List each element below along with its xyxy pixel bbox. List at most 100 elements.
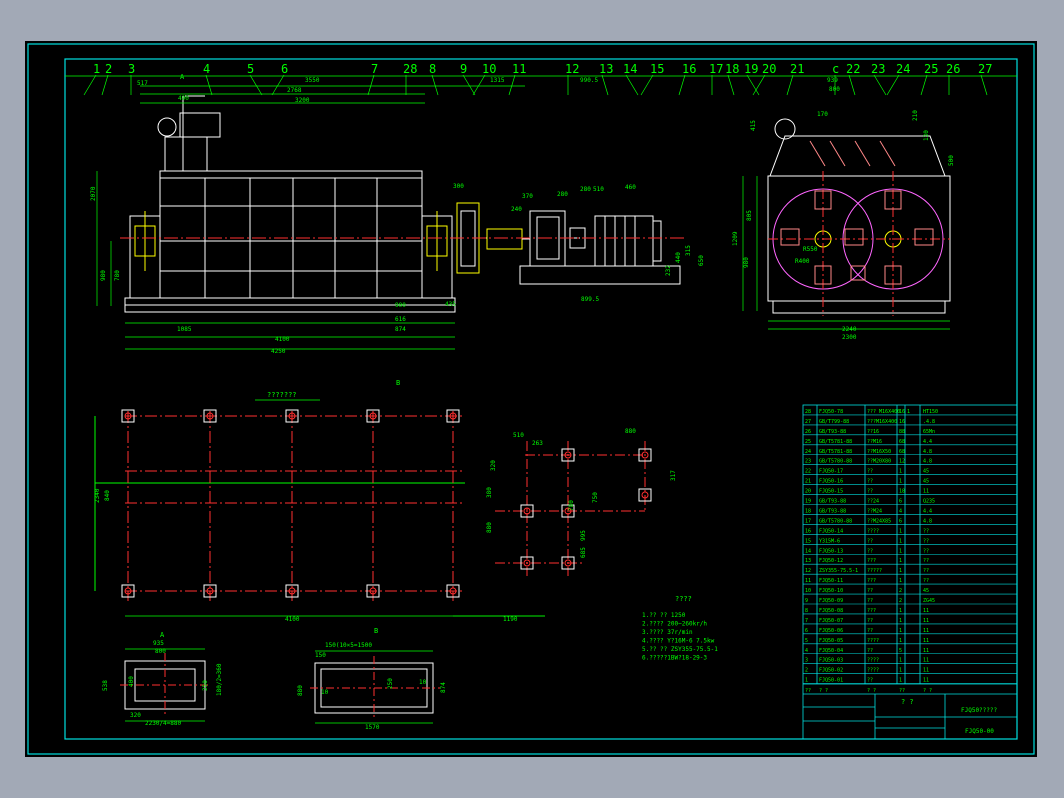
leader-line — [980, 74, 988, 96]
bom-cell: 8 — [805, 608, 808, 614]
dim-side: 939 — [827, 77, 838, 84]
leader-line — [873, 74, 887, 96]
bom-cell: 22 — [805, 469, 811, 475]
bom-cell: HT150 — [923, 409, 938, 415]
dim-plan: 840 — [104, 490, 111, 501]
bom-cell: 4 — [899, 508, 902, 514]
dim-detail-b: 150 — [315, 652, 326, 659]
bom-cell: 4.4 — [923, 508, 932, 514]
dim-plan: 880 — [486, 522, 493, 533]
balloon-12: 12 — [565, 62, 579, 76]
dim-side: 415 — [750, 120, 757, 131]
dim-side: 980 — [743, 257, 750, 268]
bom-cell: 12 — [805, 568, 811, 574]
bom-cell: 1 — [899, 528, 902, 534]
dim-drive: 899.5 — [581, 296, 599, 303]
dim-plan: 2340 — [94, 488, 101, 503]
bom-header-cell: ? ? — [923, 688, 932, 694]
bom-cell: ?? — [867, 598, 873, 604]
balloon-25: 25 — [924, 62, 938, 76]
bom-cell: 27 — [805, 419, 811, 425]
note-line: 2.???? 200~260kr/h — [642, 621, 707, 628]
bom-cell: 5 — [899, 648, 902, 654]
title-block-drawing-no: FJQ50-00 — [965, 728, 994, 735]
leader-line — [431, 74, 439, 96]
bom-cell: ?? — [867, 588, 873, 594]
bom-header-cell: ?? — [899, 688, 905, 694]
bom-cell: ?? — [923, 568, 929, 574]
dim-detail-b: 1570 — [365, 724, 380, 731]
bom-cell: 1 — [899, 548, 902, 554]
balloon-c: c — [832, 62, 839, 76]
dim-bottom: 435 — [445, 301, 456, 308]
bom-cell: 11 — [923, 678, 929, 684]
dim-detail-b: 874 — [440, 682, 447, 693]
bom-cell: 2 — [805, 668, 808, 674]
bom-cell: 11 — [923, 628, 929, 634]
leader-line — [746, 74, 760, 96]
dim-drive: 232 — [665, 265, 672, 276]
bom-cell: ???? — [867, 668, 879, 674]
leader-line — [462, 74, 476, 96]
dim-plan: 320 — [490, 460, 497, 471]
bom-cell: 45 — [923, 479, 929, 485]
bom-cell: ?? — [867, 618, 873, 624]
bom-cell: ??M20X80 — [867, 459, 891, 465]
bom-cell: 4 — [805, 648, 808, 654]
balloon-19: 19 — [744, 62, 758, 76]
dim-left: 2070 — [90, 186, 97, 201]
bom-header-cell: ? ? — [867, 688, 876, 694]
bom-cell: ??24 — [867, 499, 879, 505]
dim-detail-a: 250 — [202, 680, 209, 691]
dim-plan: 995 — [580, 530, 587, 541]
bom-cell: 28 — [805, 409, 811, 415]
leader-line — [625, 74, 639, 96]
balloon-20: 20 — [762, 62, 776, 76]
bom-cell: 10 — [805, 588, 811, 594]
dim-bottom: 1085 — [177, 326, 192, 333]
drawing-sheet: 1 2 3 4 5 6 7 28 8 9 10 11 12 13 14 15 16 17 18 19 20 21 c 22 23… — [25, 41, 1037, 757]
bom-cell: ??M16X50 — [867, 449, 891, 455]
dim-detail-a: 400 — [128, 676, 135, 687]
dim-detail-b: 10 — [419, 679, 427, 686]
bom-cell: ?? — [923, 538, 929, 544]
bom-cell: ?? — [867, 648, 873, 654]
bom-cell: FJQ50-13 — [819, 548, 843, 554]
outer-frame — [27, 43, 1035, 755]
bom-cell: 4.8 — [923, 449, 932, 455]
bom-cell: 1 — [899, 479, 902, 485]
bom-cell: 26 — [805, 429, 811, 435]
note-line: 5.?? ?? ZSY355-75.5-1 — [642, 646, 718, 653]
bom-cell: 16 — [899, 419, 905, 425]
bom-cell: 14 — [805, 548, 811, 554]
dim-plan: 380 — [486, 487, 493, 498]
balloon-22: 22 — [846, 62, 860, 76]
bom-cell: FJQ50-14 — [819, 528, 843, 534]
dim-top: 2768 — [287, 87, 302, 94]
bom-cell: ??? M16X400 — [867, 409, 900, 415]
bom-cell: FJQ50-01 — [819, 678, 843, 684]
bom-cell: 1 — [899, 578, 902, 584]
bom-cell: 11 — [923, 668, 929, 674]
balloon-13: 13 — [599, 62, 613, 76]
dim-plan: 1190 — [503, 616, 518, 623]
bom-cell: GB/T5780-88 — [819, 459, 852, 465]
bom-cell: FJQ50-08 — [819, 608, 843, 614]
dim-detail-b: 250 — [387, 678, 394, 689]
title-block-name: FJQ50????? — [961, 707, 998, 714]
leader-line — [249, 74, 263, 96]
bom-cell: ??16 — [867, 429, 879, 435]
bom-cell: GB/T5780-88 — [819, 518, 852, 524]
bom-cell: 1 — [899, 628, 902, 634]
bom-cell: 6 — [899, 518, 902, 524]
bom-cell: ?? — [867, 548, 873, 554]
notes-title: ???? — [675, 595, 692, 603]
balloon-7: 7 — [371, 62, 378, 76]
bom-cell: FJQ50-12 — [819, 558, 843, 564]
leader-line — [786, 74, 794, 96]
dim-drive: 280 — [580, 186, 591, 193]
leader-line — [367, 74, 375, 96]
dim-bottom: 616 — [395, 316, 406, 323]
bom-cell: ??M24X85 — [867, 518, 891, 524]
view-label-b: B — [396, 379, 400, 387]
